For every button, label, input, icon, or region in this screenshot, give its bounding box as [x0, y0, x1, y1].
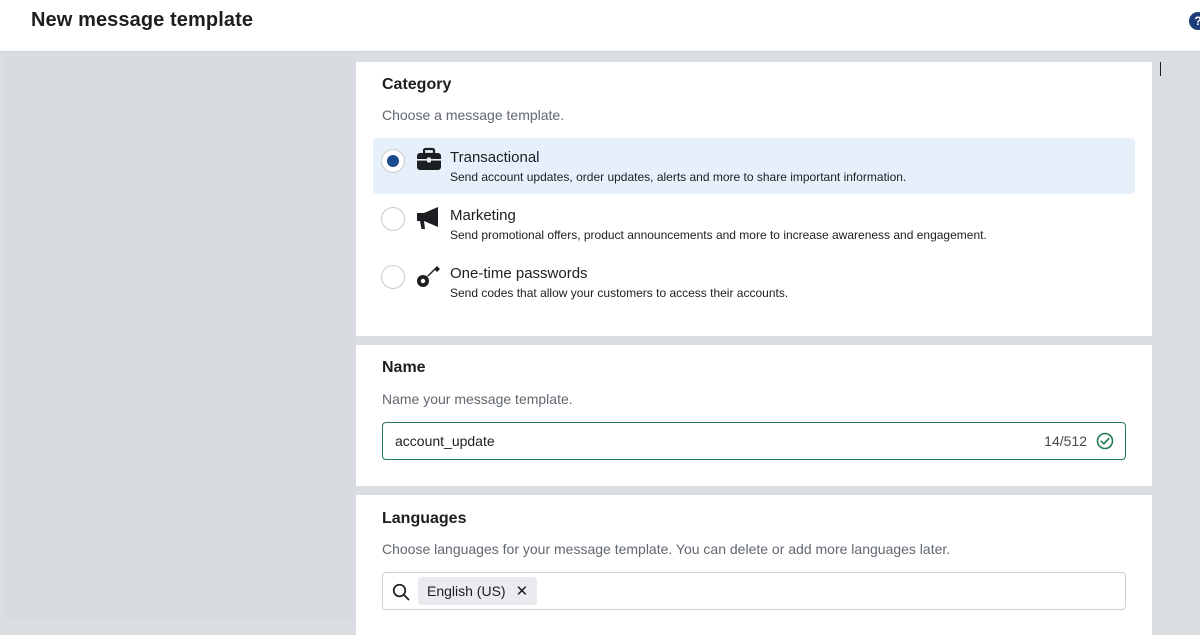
text-cursor: [1160, 62, 1161, 76]
language-search-input[interactable]: English (US) ✕: [382, 572, 1126, 610]
category-title: Category: [382, 76, 452, 93]
help-icon[interactable]: ?: [1189, 12, 1200, 30]
option-label: Transactional: [450, 149, 540, 166]
template-name-input[interactable]: account_update 14/512: [382, 422, 1126, 460]
name-title: Name: [382, 359, 426, 376]
search-icon: [392, 583, 410, 601]
radio-otp[interactable]: [381, 265, 405, 289]
option-description: Send codes that allow your customers to …: [450, 286, 789, 300]
languages-title: Languages: [382, 510, 467, 527]
language-chip: English (US) ✕: [418, 577, 538, 605]
close-icon[interactable]: ✕: [516, 584, 529, 599]
megaphone-icon: [417, 207, 438, 229]
page-title: New message template: [31, 9, 254, 31]
briefcase-icon: [417, 147, 441, 170]
top-bar: New message template ?: [0, 0, 1200, 52]
character-counter: 14/512: [1044, 433, 1087, 449]
category-option-marketing[interactable]: Marketing Send promotional offers, produ…: [373, 196, 1135, 252]
name-card: Name Name your message template. account…: [356, 345, 1152, 486]
language-chip-label: English (US): [427, 583, 506, 599]
left-pane: [4, 52, 356, 620]
category-card: Category Choose a message template. Tran…: [356, 62, 1152, 336]
option-description: Send account updates, order updates, ale…: [450, 170, 907, 184]
check-circle-icon: [1096, 432, 1114, 450]
languages-card: Languages Choose languages for your mess…: [356, 495, 1152, 635]
key-icon: [417, 266, 440, 287]
name-subtitle: Name your message template.: [382, 391, 573, 407]
languages-subtitle: Choose languages for your message templa…: [382, 541, 951, 557]
category-subtitle: Choose a message template.: [382, 107, 565, 123]
category-option-otp[interactable]: One-time passwords Send codes that allow…: [373, 254, 1135, 310]
radio-transactional[interactable]: [381, 149, 405, 173]
option-label: Marketing: [450, 207, 516, 224]
radio-marketing[interactable]: [381, 207, 405, 231]
category-option-transactional[interactable]: Transactional Send account updates, orde…: [373, 138, 1135, 194]
option-label: One-time passwords: [450, 265, 588, 282]
option-description: Send promotional offers, product announc…: [450, 228, 987, 242]
template-name-value: account_update: [395, 433, 495, 449]
